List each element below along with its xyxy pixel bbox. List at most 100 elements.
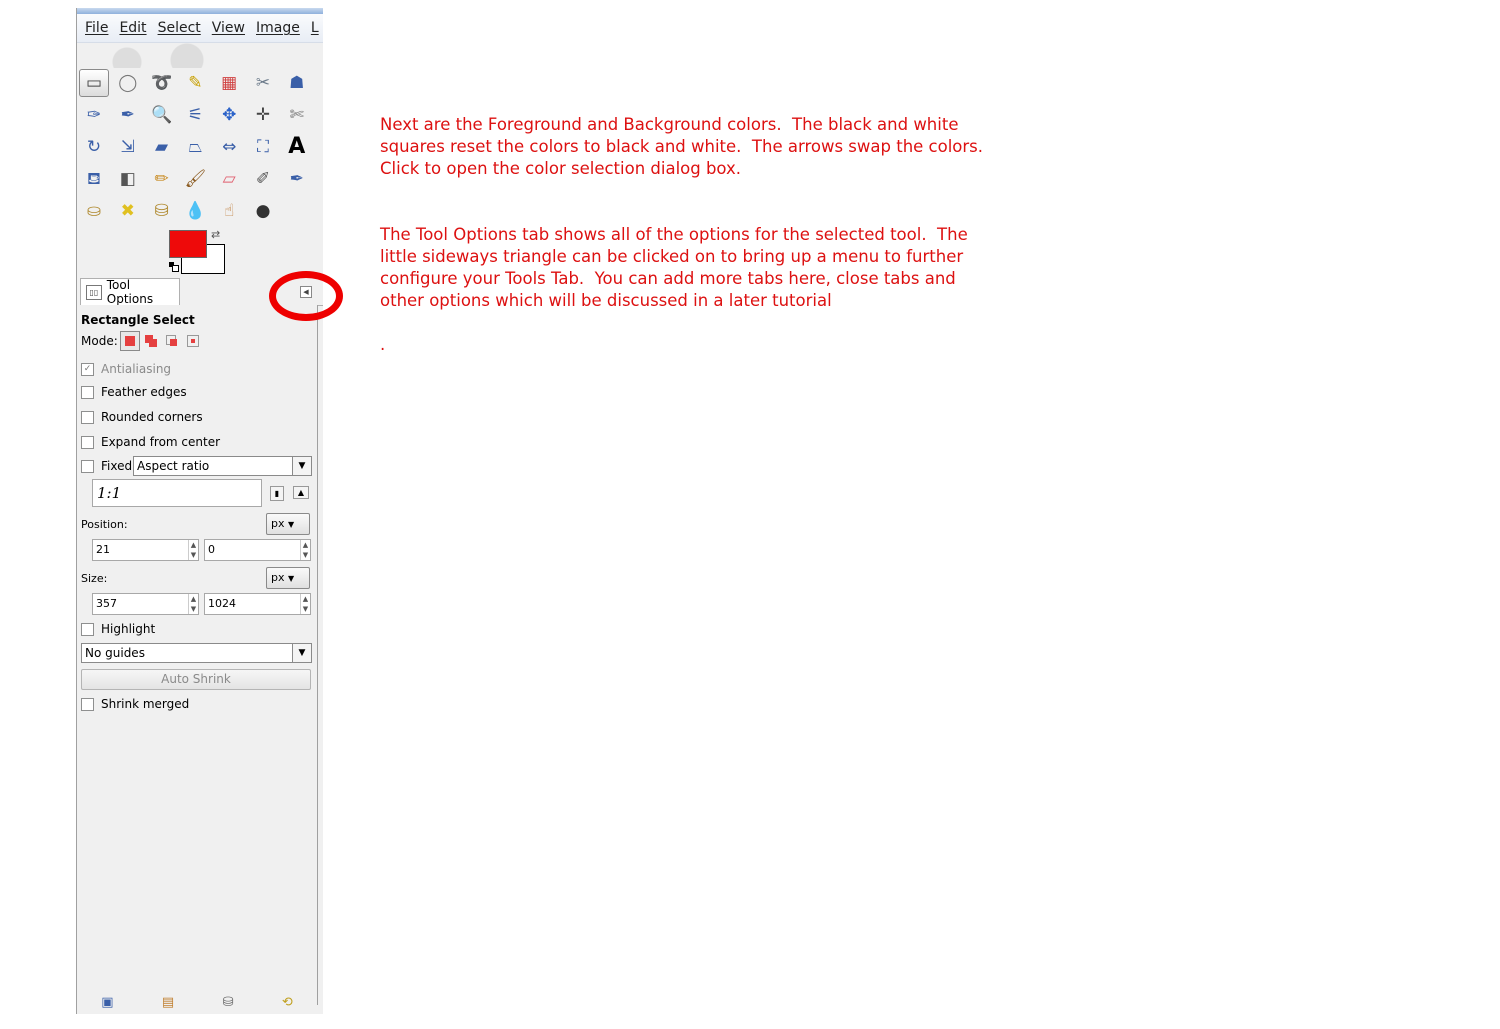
menu-view[interactable]: View: [212, 20, 245, 36]
perspective-icon[interactable]: ⏢: [180, 133, 210, 161]
menu-image[interactable]: Image: [256, 20, 300, 36]
size-unit-value: px: [271, 571, 285, 584]
text-icon[interactable]: A: [282, 133, 312, 161]
feather-edges-checkbox[interactable]: [81, 385, 94, 399]
scale-icon[interactable]: ⇲: [113, 133, 143, 161]
position-x-value: 21: [96, 543, 110, 556]
cage-transform-icon[interactable]: ⛶: [248, 133, 278, 161]
auto-shrink-button[interactable]: Auto Shrink: [81, 669, 311, 690]
rect-select-icon[interactable]: ▭: [79, 69, 109, 97]
move-icon[interactable]: ✥: [214, 101, 244, 129]
position-y-input[interactable]: 0 ▲ ▼: [204, 539, 311, 561]
foreground-select-icon[interactable]: ☗: [282, 69, 312, 97]
note-line: little sideways triangle can be clicked …: [380, 247, 964, 266]
select-by-color-icon[interactable]: ▦: [214, 69, 244, 97]
dodge-burn-icon[interactable]: ●: [248, 198, 278, 226]
expand-from-center-option[interactable]: Expand from center: [81, 435, 220, 449]
blend-icon[interactable]: ◧: [113, 166, 143, 194]
note-dot: .: [380, 335, 386, 354]
menubar: File Edit Select View Image L: [77, 14, 323, 43]
blur-sharpen-icon[interactable]: 💧: [180, 198, 210, 226]
size-unit-select[interactable]: px ▼: [266, 567, 310, 589]
foreground-color-swatch[interactable]: [169, 230, 207, 258]
antialiasing-checkbox[interactable]: ✓: [81, 362, 94, 376]
note-line: configure your Tools Tab. You can add mo…: [380, 269, 956, 288]
paths-icon[interactable]: ✑: [79, 101, 109, 129]
tab-tool-options[interactable]: ▯▯ Tool Options: [80, 278, 180, 306]
mode-label: Mode:: [81, 334, 118, 348]
fuzzy-select-icon[interactable]: ✎: [180, 69, 210, 97]
restore-options-icon[interactable]: ▤: [162, 995, 174, 1010]
align-icon[interactable]: ✛: [248, 101, 278, 129]
size-width-input[interactable]: 357 ▲ ▼: [92, 593, 199, 615]
feather-edges-option[interactable]: Feather edges: [81, 385, 187, 399]
guides-select[interactable]: No guides ▼: [81, 643, 312, 663]
chevron-down-icon: ▼: [288, 574, 295, 583]
color-picker-icon[interactable]: ✒: [113, 101, 143, 129]
menu-file[interactable]: File: [85, 20, 108, 36]
tool-options-title: Rectangle Select: [81, 313, 195, 327]
position-label: Position:: [81, 518, 128, 531]
menu-edit[interactable]: Edit: [119, 20, 146, 36]
antialiasing-option[interactable]: ✓ Antialiasing: [81, 362, 171, 376]
smudge-icon[interactable]: ☝: [214, 198, 244, 226]
position-unit-select[interactable]: px ▼: [266, 513, 310, 535]
spin-arrows-icon[interactable]: ▲ ▼: [300, 540, 310, 560]
shrink-merged-checkbox[interactable]: [81, 697, 94, 711]
fixed-checkbox[interactable]: [81, 459, 94, 473]
measure-icon[interactable]: ⚟: [180, 101, 210, 129]
landscape-icon[interactable]: ▲: [293, 486, 309, 499]
expand-from-center-label: Expand from center: [101, 435, 221, 449]
swap-colors-icon[interactable]: ⇄: [211, 228, 220, 241]
bucket-fill-icon[interactable]: ⛾: [79, 166, 109, 194]
free-select-icon[interactable]: ➰: [147, 69, 177, 97]
rotate-icon[interactable]: ↻: [79, 133, 109, 161]
menu-select[interactable]: Select: [158, 20, 201, 36]
reset-options-icon[interactable]: ⟲: [282, 995, 293, 1010]
fixed-mode-select[interactable]: Aspect ratio ▼: [133, 456, 312, 476]
expand-from-center-checkbox[interactable]: [81, 435, 94, 449]
clone-icon[interactable]: ⛀: [79, 198, 109, 226]
size-height-value: 1024: [208, 597, 236, 610]
zoom-icon[interactable]: 🔍: [147, 101, 177, 129]
eraser-icon[interactable]: ▱: [214, 166, 244, 194]
mode-subtract-icon[interactable]: [164, 332, 182, 350]
highlight-checkbox[interactable]: [81, 622, 94, 636]
mode-intersect-icon[interactable]: [185, 332, 203, 350]
fixed-label: Fixed:: [101, 459, 137, 473]
size-width-value: 357: [96, 597, 117, 610]
scissors-select-icon[interactable]: ✂: [248, 69, 278, 97]
delete-options-icon[interactable]: ⛁: [223, 995, 234, 1010]
portrait-icon[interactable]: ▮: [270, 486, 284, 501]
airbrush-icon[interactable]: ✐: [248, 166, 278, 194]
wilber-watermark: [87, 42, 237, 68]
ellipse-select-icon[interactable]: ◯: [113, 69, 143, 97]
crop-icon[interactable]: ✄: [282, 101, 312, 129]
menu-layer[interactable]: L: [311, 20, 319, 36]
shear-icon[interactable]: ▰: [147, 133, 177, 161]
fixed-option[interactable]: Fixed:: [81, 459, 136, 473]
mode-replace-icon[interactable]: [119, 331, 140, 351]
perspective-clone-icon[interactable]: ⛁: [147, 198, 177, 226]
spin-arrows-icon[interactable]: ▲ ▼: [188, 594, 198, 614]
spin-arrows-icon[interactable]: ▲ ▼: [300, 594, 310, 614]
highlight-option[interactable]: Highlight: [81, 622, 155, 636]
rounded-corners-option[interactable]: Rounded corners: [81, 410, 203, 424]
paintbrush-icon[interactable]: 🖌: [180, 166, 210, 194]
flip-icon[interactable]: ⇔: [214, 133, 244, 161]
save-options-icon[interactable]: ▣: [101, 995, 113, 1010]
pencil-icon[interactable]: ✏: [147, 166, 177, 194]
size-height-input[interactable]: 1024 ▲ ▼: [204, 593, 311, 615]
heal-icon[interactable]: ✖: [113, 198, 143, 226]
shrink-merged-option[interactable]: Shrink merged: [81, 697, 189, 711]
size-label: Size:: [81, 572, 108, 585]
spin-arrows-icon[interactable]: ▲ ▼: [188, 540, 198, 560]
reset-colors-icon[interactable]: [169, 262, 179, 272]
ink-icon[interactable]: ✒: [282, 166, 312, 194]
position-x-input[interactable]: 21 ▲ ▼: [92, 539, 199, 561]
rounded-corners-checkbox[interactable]: [81, 410, 94, 424]
gimp-toolbox-window: File Edit Select View Image L ▭ ◯ ➰ ✎ ▦ ✂ ☗ ✑ ✒ 🔍…: [76, 8, 323, 1014]
feather-edges-label: Feather edges: [101, 385, 187, 399]
mode-add-icon[interactable]: [143, 332, 161, 350]
ratio-input[interactable]: 1:1: [92, 479, 262, 507]
